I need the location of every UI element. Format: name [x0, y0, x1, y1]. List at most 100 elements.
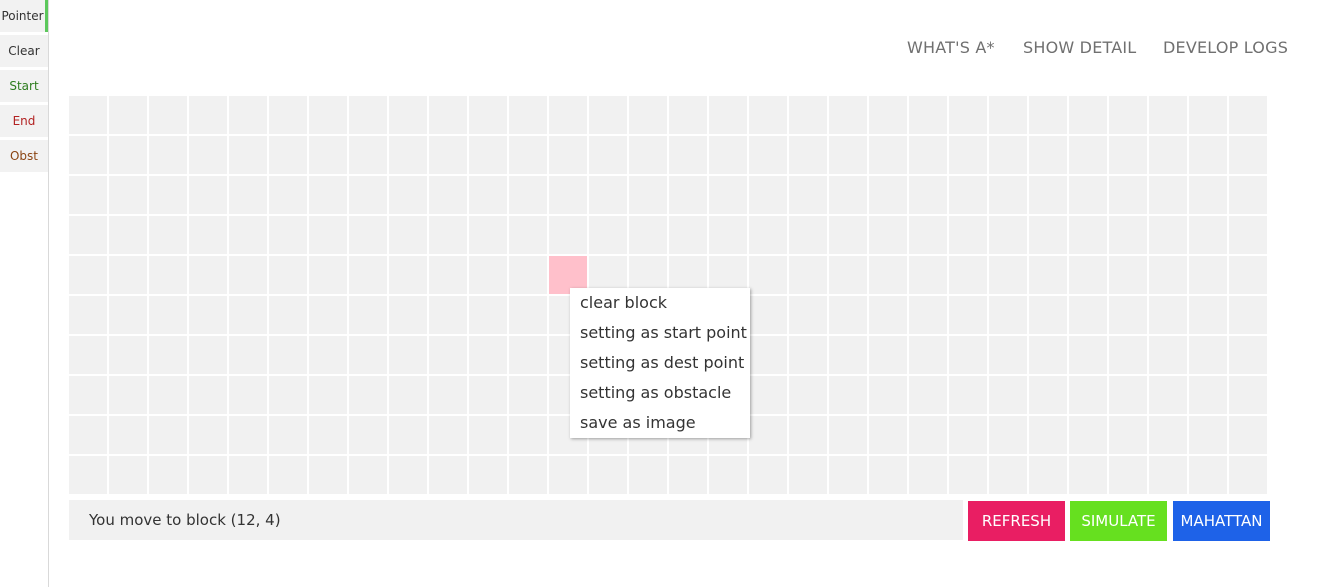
grid-cell[interactable] [269, 136, 307, 174]
grid-cell[interactable] [949, 456, 987, 494]
grid-cell[interactable] [749, 296, 787, 334]
grid-cell[interactable] [949, 296, 987, 334]
grid-cell[interactable] [109, 176, 147, 214]
grid-cell[interactable] [869, 176, 907, 214]
grid-cell[interactable] [1149, 296, 1187, 334]
grid-cell[interactable] [949, 216, 987, 254]
grid-cell[interactable] [229, 96, 267, 134]
grid-cell[interactable] [869, 256, 907, 294]
grid-cell[interactable] [389, 136, 427, 174]
grid-cell[interactable] [829, 136, 867, 174]
grid-cell[interactable] [909, 256, 947, 294]
grid-cell[interactable] [1149, 136, 1187, 174]
grid-cell[interactable] [1229, 456, 1267, 494]
grid-cell[interactable] [709, 96, 747, 134]
grid-cell[interactable] [309, 456, 347, 494]
grid-cell[interactable] [69, 256, 107, 294]
grid-cell[interactable] [1029, 456, 1067, 494]
grid-cell[interactable] [149, 376, 187, 414]
grid-cell[interactable] [869, 296, 907, 334]
grid-cell[interactable] [909, 216, 947, 254]
heuristic-toggle-button[interactable]: MAHATTAN [1173, 501, 1270, 541]
grid-cell[interactable] [749, 376, 787, 414]
grid-cell[interactable] [1109, 96, 1147, 134]
grid-cell[interactable] [989, 296, 1027, 334]
grid-cell[interactable] [749, 96, 787, 134]
grid-cell[interactable] [1189, 376, 1227, 414]
grid-cell[interactable] [949, 376, 987, 414]
grid-cell[interactable] [829, 416, 867, 454]
nav-develop-logs-link[interactable]: DEVELOP LOGS [1163, 38, 1288, 57]
grid-cell[interactable] [669, 136, 707, 174]
grid-cell[interactable] [1069, 336, 1107, 374]
grid-cell[interactable] [69, 176, 107, 214]
grid-cell[interactable] [309, 336, 347, 374]
grid-cell[interactable] [909, 456, 947, 494]
grid-cell[interactable] [1189, 416, 1227, 454]
grid-cell[interactable] [229, 296, 267, 334]
grid-cell[interactable] [1229, 256, 1267, 294]
grid-cell[interactable] [229, 456, 267, 494]
grid-cell[interactable] [309, 416, 347, 454]
grid-cell[interactable] [349, 176, 387, 214]
grid-cell[interactable] [149, 176, 187, 214]
grid-cell[interactable] [309, 296, 347, 334]
grid-cell[interactable] [229, 216, 267, 254]
grid-cell[interactable] [1229, 416, 1267, 454]
menu-item-set-start-point[interactable]: setting as start point [580, 323, 747, 342]
grid-cell[interactable] [869, 456, 907, 494]
grid-cell[interactable] [189, 376, 227, 414]
grid-cell[interactable] [749, 416, 787, 454]
grid-cell[interactable] [269, 456, 307, 494]
grid-cell[interactable] [469, 336, 507, 374]
grid-cell[interactable] [869, 376, 907, 414]
grid-cell[interactable] [389, 296, 427, 334]
grid-cell[interactable] [349, 216, 387, 254]
grid-cell[interactable] [229, 176, 267, 214]
grid-cell[interactable] [1029, 96, 1067, 134]
grid-cell[interactable] [349, 416, 387, 454]
grid-cell[interactable] [1229, 216, 1267, 254]
grid-cell[interactable] [149, 96, 187, 134]
grid-cell[interactable] [909, 416, 947, 454]
grid-cell[interactable] [389, 96, 427, 134]
grid-cell[interactable] [1109, 336, 1147, 374]
grid-cell[interactable] [1229, 96, 1267, 134]
grid-cell[interactable] [469, 296, 507, 334]
nav-show-detail-link[interactable]: SHOW DETAIL [1023, 38, 1136, 57]
grid-cell[interactable] [589, 96, 627, 134]
grid-cell[interactable] [629, 456, 667, 494]
grid-cell[interactable] [109, 416, 147, 454]
grid-cell[interactable] [469, 216, 507, 254]
grid-cell[interactable] [989, 456, 1027, 494]
grid-cell[interactable] [1149, 216, 1187, 254]
grid-cell[interactable] [189, 256, 227, 294]
grid-cell[interactable] [789, 96, 827, 134]
grid-cell[interactable] [989, 96, 1027, 134]
grid-cell[interactable] [829, 456, 867, 494]
grid-cell[interactable] [149, 296, 187, 334]
grid-cell[interactable] [1069, 216, 1107, 254]
grid-cell[interactable] [269, 256, 307, 294]
grid-cell[interactable] [549, 176, 587, 214]
grid-cell[interactable] [1109, 456, 1147, 494]
grid-cell[interactable] [229, 256, 267, 294]
grid-cell[interactable] [989, 136, 1027, 174]
grid-cell[interactable] [1149, 96, 1187, 134]
grid-cell[interactable] [309, 96, 347, 134]
grid-cell[interactable] [829, 296, 867, 334]
grid-cell[interactable] [69, 296, 107, 334]
grid-cell[interactable] [1189, 456, 1227, 494]
grid-cell[interactable] [509, 456, 547, 494]
grid-cell[interactable] [869, 216, 907, 254]
grid-cell[interactable] [1189, 296, 1227, 334]
grid-cell[interactable] [1109, 416, 1147, 454]
grid-cell[interactable] [69, 96, 107, 134]
grid-cell[interactable] [269, 96, 307, 134]
grid-cell[interactable] [789, 336, 827, 374]
grid-cell[interactable] [1229, 336, 1267, 374]
grid-cell[interactable] [829, 376, 867, 414]
grid-cell[interactable] [989, 416, 1027, 454]
grid-cell[interactable] [1189, 136, 1227, 174]
grid-cell[interactable] [109, 256, 147, 294]
